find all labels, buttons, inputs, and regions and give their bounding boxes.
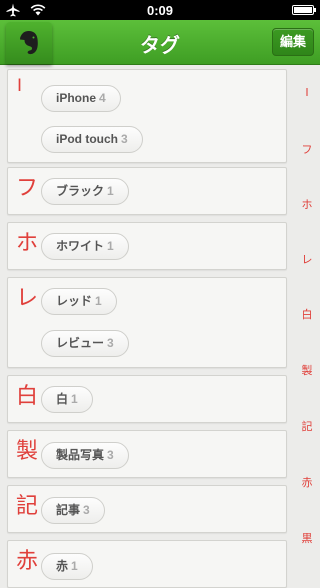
tag-name: レッド <box>56 294 93 308</box>
tag-chip-aka[interactable]: 赤1 <box>41 553 93 580</box>
tag-chip-iphone[interactable]: iPhone 4 <box>41 85 121 112</box>
tag-chip-ipod-touch[interactable]: iPod touch 3 <box>41 126 143 153</box>
index-item[interactable]: 赤 <box>294 474 320 490</box>
tag-chip-review[interactable]: レビュー 3 <box>41 330 129 357</box>
tag-count: 1 <box>71 392 78 406</box>
tag-chip-black[interactable]: ブラック 1 <box>41 178 129 205</box>
status-bar: 0:09 <box>0 0 320 20</box>
tag-count: 1 <box>71 559 78 573</box>
index-item[interactable]: 白 <box>294 306 320 322</box>
tag-list: I iPhone 4 iPod touch 3 フ ブラック 1 ホ ホワイト 1 レ … <box>0 65 320 588</box>
tag-section-i: I iPhone 4 iPod touch 3 <box>7 69 287 163</box>
index-item[interactable]: ホ <box>294 196 320 212</box>
section-letter: 製 <box>16 439 39 464</box>
section-letter: 記 <box>16 494 39 519</box>
status-time: 0:09 <box>146 3 174 18</box>
tag-name: 赤 <box>56 559 69 573</box>
tag-chip-white[interactable]: ホワイト 1 <box>41 233 129 260</box>
section-index[interactable]: I フ ホ レ 白 製 記 赤 黒 <box>294 65 320 568</box>
tag-section-sei: 製 製品写真 3 <box>7 430 287 478</box>
index-item[interactable]: 記 <box>294 418 320 434</box>
section-letter: 白 <box>16 384 39 409</box>
edit-button[interactable]: 編集 <box>272 28 314 56</box>
section-letter: 赤 <box>16 549 39 574</box>
navigation-bar: タグ 編集 <box>0 20 320 65</box>
tag-name: 製品写真 <box>56 448 105 462</box>
tag-count: 3 <box>121 132 128 146</box>
section-letter: フ <box>16 176 39 201</box>
section-letter: ホ <box>16 231 39 256</box>
tag-section-fu: フ ブラック 1 <box>7 167 287 215</box>
tag-count: 1 <box>95 294 102 308</box>
tag-section-ki: 記 記事 3 <box>7 485 287 533</box>
tag-section-ho: ホ ホワイト 1 <box>7 222 287 270</box>
tag-section-shiro: 白 白1 <box>7 375 287 423</box>
tag-name: レビュー <box>56 336 105 350</box>
index-item[interactable]: 製 <box>294 362 320 378</box>
tag-count: 1 <box>107 184 114 198</box>
tag-chip-red[interactable]: レッド 1 <box>41 288 117 315</box>
tag-chip-product-photo[interactable]: 製品写真 3 <box>41 442 129 469</box>
index-item[interactable]: フ <box>294 141 320 157</box>
tag-section-re: レ レッド 1 レビュー 3 <box>7 277 287 368</box>
tag-count: 3 <box>83 503 90 517</box>
index-item[interactable]: 黒 <box>294 530 320 546</box>
tag-section-aka: 赤 赤1 <box>7 540 287 588</box>
tag-count: 3 <box>107 336 114 350</box>
tag-name: iPhone <box>56 91 97 105</box>
tag-name: 白 <box>56 392 69 406</box>
tag-count: 4 <box>99 91 106 105</box>
index-item[interactable]: I <box>294 86 320 99</box>
tag-chip-shiro[interactable]: 白1 <box>41 386 93 413</box>
tag-name: ブラック <box>56 184 105 198</box>
tag-chip-article[interactable]: 記事 3 <box>41 497 105 524</box>
battery-icon <box>292 5 316 15</box>
section-letter: レ <box>16 286 39 311</box>
tag-name: iPod touch <box>56 132 118 146</box>
tag-name: 記事 <box>56 503 81 517</box>
section-letter: I <box>17 76 23 96</box>
tag-count: 1 <box>107 239 114 253</box>
tag-count: 3 <box>107 448 114 462</box>
tag-name: ホワイト <box>56 239 105 253</box>
index-item[interactable]: レ <box>294 251 320 267</box>
